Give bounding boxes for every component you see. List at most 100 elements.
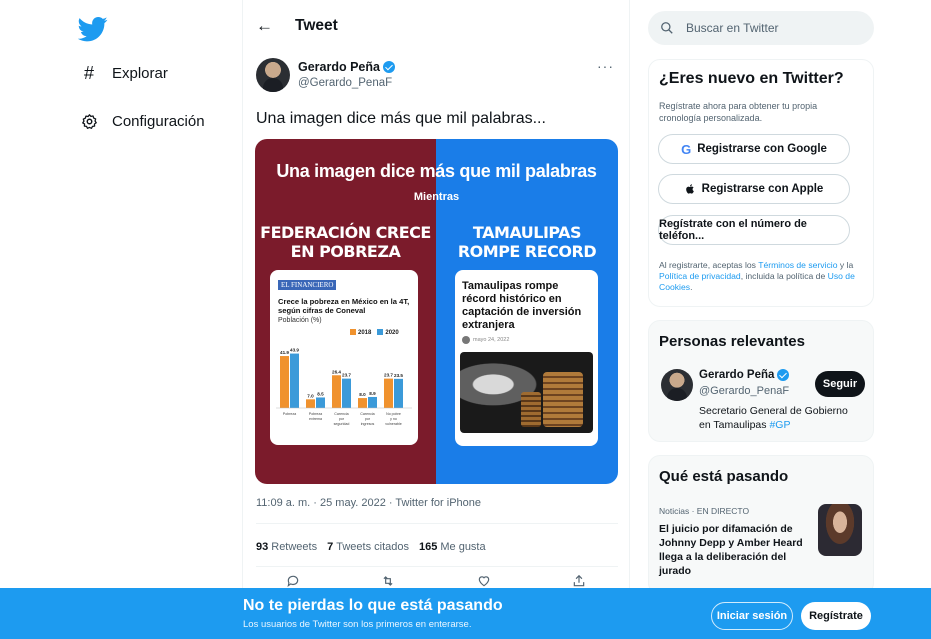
author-avatar-icon	[462, 336, 470, 344]
right-card-byline: mayo 24, 2022	[462, 336, 509, 344]
avatar[interactable]	[256, 58, 290, 92]
image-right-heading-line: TAMAULIPAS	[472, 223, 582, 242]
category-tick-label: Pobreza	[309, 412, 322, 416]
signup-apple-label: Registrarse con Apple	[701, 183, 824, 195]
avatar[interactable]	[661, 369, 693, 401]
relevant-name-row[interactable]: Gerardo Peña	[699, 369, 790, 381]
signup-phone-label: Regístrate con el número de teléfon...	[659, 218, 807, 242]
bar-2018	[306, 399, 315, 408]
image-left-heading: FEDERACIÓN CRECE EN POBREZA	[255, 223, 436, 261]
login-button[interactable]: Iniciar sesión	[711, 602, 793, 630]
right-sidebar: ¿Eres nuevo en Twitter? Regístrate ahora…	[648, 0, 874, 639]
image-subtitle: Mientras	[413, 191, 460, 203]
legal-text: y la	[837, 260, 854, 270]
bar-2020	[342, 378, 351, 408]
quotes-stat[interactable]: 7 Tweets citados	[327, 541, 409, 553]
bar-value-label: 8.0	[359, 392, 366, 397]
banner-subtitle: Los usuarios de Twitter son los primeros…	[243, 619, 472, 630]
right-news-card: Tamaulipas rompe récord histórico en cap…	[455, 270, 598, 446]
author-name-row[interactable]: Gerardo Peña	[298, 60, 395, 74]
tweet-timestamp[interactable]: 11:09 a. m. · 25 may. 2022 · Twitter for…	[256, 497, 481, 509]
hashtag-link[interactable]: #GP	[769, 419, 790, 431]
bar-value-label: 8.5	[317, 391, 324, 396]
divider	[256, 566, 618, 567]
signup-panel: ¿Eres nuevo en Twitter? Regístrate ahora…	[648, 59, 874, 307]
nav-item-label: Explorar	[112, 64, 168, 82]
coin-stack	[543, 372, 583, 427]
relevant-name: Gerardo Peña	[699, 369, 775, 381]
search-input[interactable]	[686, 21, 856, 35]
tweet-image[interactable]: Una imagen dice más que mil palabras Mie…	[255, 139, 618, 484]
follow-button[interactable]: Seguir	[815, 371, 865, 397]
category-tick-label: Carencia	[334, 412, 348, 416]
bar-2018	[358, 398, 367, 408]
google-icon: G	[681, 141, 692, 157]
bar-value-label: 23.7	[342, 373, 351, 378]
bar-2020	[368, 396, 377, 408]
likes-stat[interactable]: 165 Me gusta	[419, 541, 486, 553]
more-options-icon[interactable]: ···	[597, 58, 614, 74]
banner-title: No te pierdas lo que está pasando	[243, 597, 503, 614]
bar-2018	[280, 356, 289, 408]
bar-value-label: 23.5	[394, 373, 403, 378]
tweet-author: Gerardo Peña @Gerardo_PenaF ···	[256, 58, 618, 98]
tweet-header: ← Tweet	[243, 0, 629, 52]
bar-value-label: 26.4	[332, 369, 341, 374]
twitter-logo-icon[interactable]	[77, 14, 108, 44]
tweet-stats: 93 Retweets 7 Tweets citados 165 Me gusta	[256, 541, 486, 553]
bar-2018	[384, 378, 393, 408]
legal-text: , incluida la política de	[740, 271, 828, 281]
relevant-bio: Secretario General de Gobierno en Tamaul…	[699, 404, 859, 432]
poverty-bar-chart: 41.9 43.9Pobreza7.0 8.5Pobrezaextrema26.42…	[276, 348, 412, 426]
category-tick-label: y no	[390, 417, 397, 421]
signup-button[interactable]: Regístrate	[801, 602, 871, 630]
left-card-headline: Crece la pobreza en México en la 4T, seg…	[278, 297, 410, 315]
category-tick-label: extrema	[309, 417, 322, 421]
trend-thumbnail[interactable]	[818, 504, 862, 556]
retweets-stat[interactable]: 93 Retweets	[256, 541, 317, 553]
left-news-card: EL FINANCIERO Crece la pobreza en México…	[270, 270, 418, 445]
category-tick-label: por	[365, 417, 371, 421]
image-right-heading-line: ROMPE RECORD	[457, 242, 597, 261]
signup-google-button[interactable]: G Registrarse con Google	[658, 134, 850, 164]
category-tick-label: Carencia	[360, 412, 374, 416]
image-title: Una imagen dice más que mil palabras	[276, 161, 597, 181]
back-arrow-icon[interactable]: ←	[256, 16, 273, 36]
author-handle[interactable]: @Gerardo_PenaF	[298, 77, 392, 89]
globe-coins-photo	[460, 352, 593, 433]
left-nav: # Explorar Configuración	[0, 0, 240, 639]
right-card-headline: Tamaulipas rompe récord histórico en cap…	[462, 280, 582, 331]
category-tick-label: No pobre	[386, 412, 401, 416]
search-bar[interactable]	[648, 11, 874, 45]
coin-stack	[521, 392, 541, 427]
divider	[256, 523, 618, 524]
nav-item-explore[interactable]: # Explorar	[80, 62, 168, 83]
signup-apple-button[interactable]: Registrarse con Apple	[658, 174, 850, 204]
page-title: Tweet	[295, 17, 338, 34]
privacy-link[interactable]: Política de privacidad	[659, 271, 741, 281]
image-left-heading-line: FEDERACIÓN CRECE	[260, 223, 431, 242]
category-tick-label: Pobreza	[283, 412, 296, 416]
trending-panel: Qué está pasando Noticias · EN DIRECTO E…	[648, 455, 874, 595]
relevant-handle[interactable]: @Gerardo_PenaF	[699, 385, 789, 397]
legal-text: .	[690, 282, 693, 292]
trend-category: Noticias · EN DIRECTO	[659, 506, 750, 516]
terms-link[interactable]: Términos de servicio	[758, 260, 837, 270]
verified-badge-icon	[777, 369, 790, 381]
trend-headline[interactable]: El juicio por difamación de Johnny Depp …	[659, 522, 809, 578]
tweet-text: Una imagen dice más que mil palabras...	[256, 110, 546, 127]
bar-2020	[316, 397, 325, 408]
bar-2020	[394, 378, 403, 408]
relevant-title: Personas relevantes	[659, 333, 805, 350]
page: # Explorar Configuración ← Tweet Gerardo…	[0, 0, 931, 639]
hashtag-icon: #	[83, 62, 94, 83]
search-icon	[660, 21, 674, 35]
nav-item-settings[interactable]: Configuración	[80, 112, 205, 130]
bar-value-label: 8.9	[369, 391, 376, 396]
author-name: Gerardo Peña	[298, 60, 380, 74]
gear-icon	[80, 112, 98, 130]
image-left-heading-line: EN POBREZA	[290, 242, 401, 261]
signup-phone-button[interactable]: Regístrate con el número de teléfon...	[658, 215, 850, 245]
publisher-logo: EL FINANCIERO	[278, 280, 337, 290]
category-tick-label: ingresos	[361, 422, 375, 426]
